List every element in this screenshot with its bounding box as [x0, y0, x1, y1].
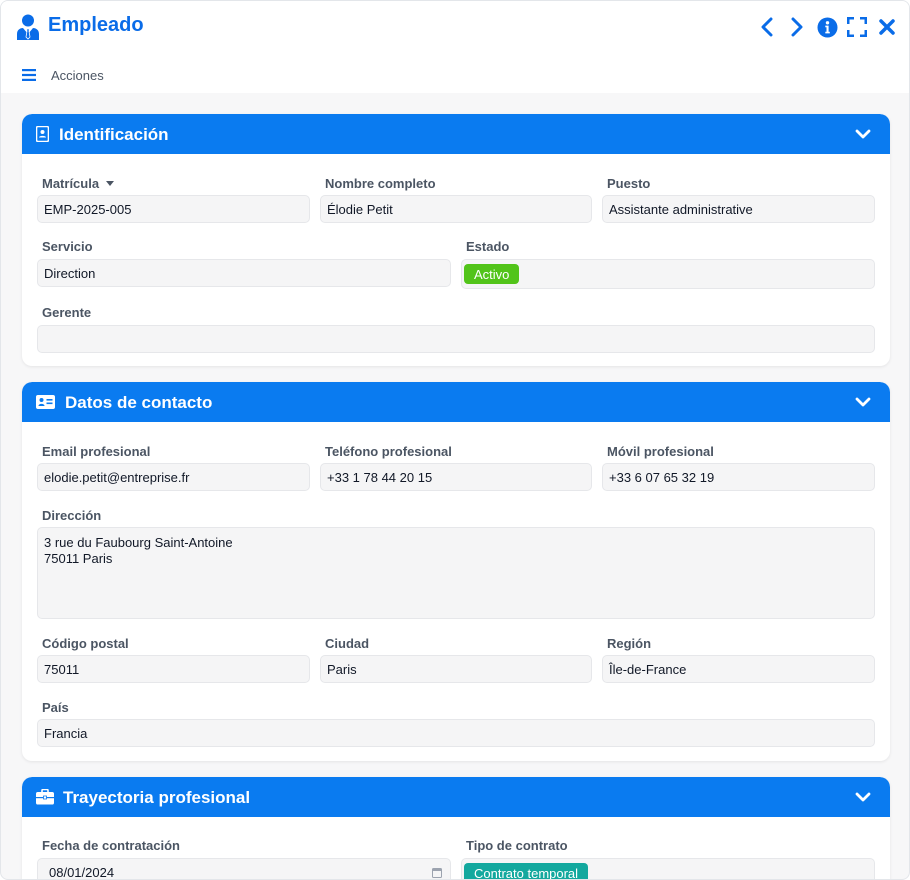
- contact-section: Datos de contacto Email profesional elod…: [22, 382, 890, 761]
- direccion-textarea[interactable]: 3 rue du Faubourg Saint-Antoine 75011 Pa…: [37, 527, 875, 619]
- chevron-down-icon[interactable]: [855, 127, 871, 141]
- id-card-icon: [36, 126, 49, 142]
- address-card-icon: [36, 395, 55, 409]
- pais-field[interactable]: Francia: [37, 719, 875, 747]
- telefono-field[interactable]: +33 1 78 44 20 15: [320, 463, 592, 491]
- chevron-down-icon[interactable]: [855, 790, 871, 804]
- estado-field[interactable]: [461, 259, 875, 289]
- section-title: Identificación: [59, 125, 169, 144]
- codigo-postal-label: Código postal: [42, 636, 129, 651]
- briefcase-icon: [36, 789, 54, 805]
- region-label: Región: [607, 636, 652, 651]
- puesto-label: Puesto: [607, 176, 651, 191]
- telefono-label: Teléfono profesional: [325, 444, 452, 459]
- fecha-value: 08/01/2024: [49, 865, 115, 880]
- career-section: Trayectoria profesional Fecha de contrat…: [22, 777, 890, 880]
- email-field[interactable]: elodie.petit@entreprise.fr: [37, 463, 310, 491]
- previous-button[interactable]: [755, 15, 779, 39]
- maximize-button[interactable]: [845, 15, 869, 39]
- status-badge: Activo: [464, 264, 520, 284]
- chevron-right-icon: [791, 17, 803, 37]
- gerente-field[interactable]: [37, 325, 875, 353]
- caret-down-icon: [106, 181, 115, 186]
- info-button[interactable]: [815, 15, 839, 39]
- close-button[interactable]: [875, 15, 899, 39]
- close-icon: [879, 19, 895, 35]
- fecha-contratacion-label: Fecha de contratación: [42, 838, 180, 853]
- section-title: Trayectoria profesional: [63, 788, 251, 807]
- next-button[interactable]: [785, 15, 809, 39]
- tipo-contrato-label: Tipo de contrato: [466, 838, 568, 853]
- nombre-label: Nombre completo: [325, 176, 436, 191]
- actions-toolbar: Acciones: [1, 55, 909, 93]
- window-title: Empleado: [48, 14, 144, 36]
- section-title: Datos de contacto: [65, 393, 213, 412]
- servicio-label: Servicio: [42, 239, 93, 254]
- servicio-field[interactable]: Direction: [37, 259, 451, 287]
- contract-type-badge: Contrato temporal: [464, 863, 589, 879]
- region-field[interactable]: Île-de-France: [602, 655, 875, 683]
- calendar-icon[interactable]: [432, 867, 442, 878]
- chevron-down-icon[interactable]: [855, 395, 871, 409]
- hamburger-icon[interactable]: [22, 69, 36, 81]
- title-bar: Empleado: [1, 1, 909, 55]
- matricula-label[interactable]: Matrícula: [42, 176, 115, 191]
- matricula-field[interactable]: EMP-2025-005: [37, 195, 310, 223]
- fecha-contratacion-field[interactable]: 08/01/2024: [37, 858, 451, 880]
- ciudad-label: Ciudad: [325, 636, 370, 651]
- identification-section: Identificación Matrícula EMP-2025-005 No…: [22, 114, 890, 366]
- actions-menu[interactable]: Acciones: [51, 68, 104, 83]
- movil-field[interactable]: +33 6 07 65 32 19: [602, 463, 875, 491]
- codigo-postal-field[interactable]: 75011: [37, 655, 310, 683]
- direccion-label: Dirección: [42, 508, 102, 523]
- pais-label: País: [42, 700, 69, 715]
- career-header[interactable]: Trayectoria profesional: [22, 777, 890, 817]
- expand-icon: [847, 17, 867, 37]
- contact-header[interactable]: Datos de contacto: [22, 382, 890, 422]
- gerente-label: Gerente: [42, 305, 92, 320]
- movil-label: Móvil profesional: [607, 444, 714, 459]
- puesto-field[interactable]: Assistante administrative: [602, 195, 875, 223]
- ciudad-field[interactable]: Paris: [320, 655, 592, 683]
- email-label: Email profesional: [42, 444, 151, 459]
- estado-label: Estado: [466, 239, 510, 254]
- info-circle-icon: [817, 17, 837, 37]
- nombre-field[interactable]: Élodie Petit: [320, 195, 592, 223]
- chevron-left-icon: [761, 17, 773, 37]
- identification-header[interactable]: Identificación: [22, 114, 890, 154]
- employee-window: Empleado Acciones Identificación Matrícu…: [0, 0, 910, 880]
- user-tie-icon: [17, 14, 39, 40]
